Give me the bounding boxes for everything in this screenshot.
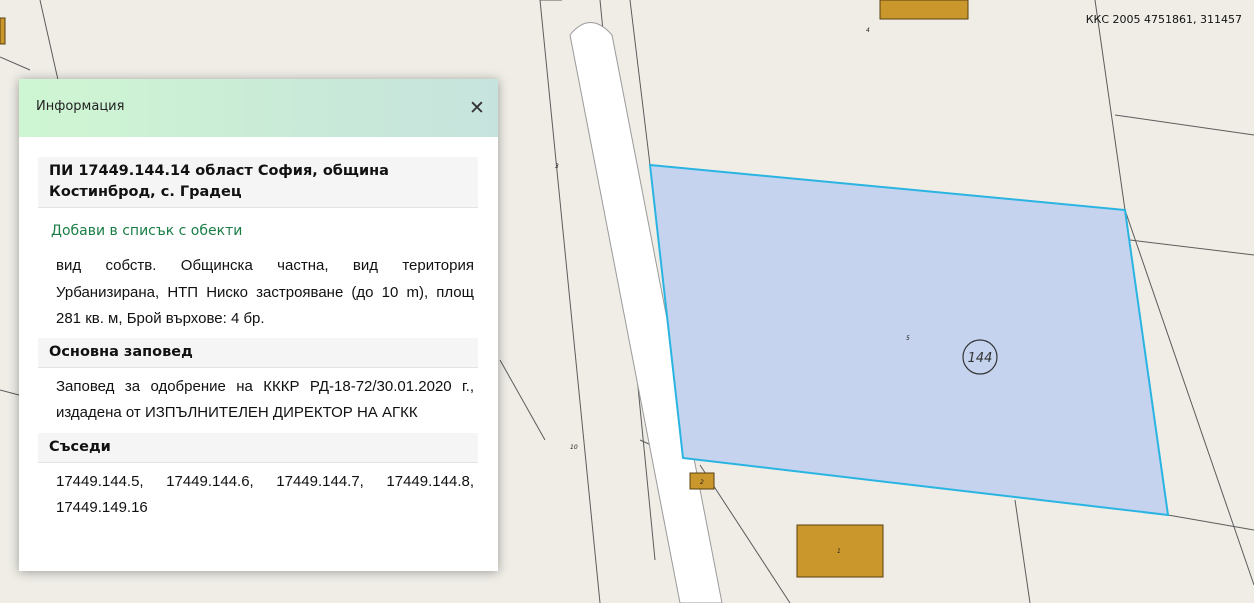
parcel-title: ПИ 17449.144.14 област София, община Кос…	[38, 157, 478, 208]
info-panel: Информация ✕ ПИ 17449.144.14 област Софи…	[19, 79, 498, 571]
neighbors-text: 17449.144.5, 17449.144.6, 17449.144.7, 1…	[56, 472, 474, 517]
close-icon[interactable]: ✕	[466, 97, 488, 119]
building	[879, 0, 969, 20]
order-heading: Основна заповед	[38, 337, 478, 368]
panel-title: Информация	[36, 99, 125, 114]
plot-label: 1	[837, 548, 841, 555]
plot-label: 2	[700, 479, 704, 486]
plot-label: 10	[570, 444, 578, 451]
plot-label: 5	[906, 335, 910, 342]
building	[0, 17, 6, 45]
add-to-list-link[interactable]: Добави в списък с обекти	[38, 208, 478, 249]
plot-label: 4	[866, 27, 870, 34]
panel-content: ПИ 17449.144.14 област София, община Кос…	[19, 137, 498, 528]
order-text: Заповед за одобрение на КККР РД-18-72/30…	[56, 377, 474, 422]
parcel-number-label: 144	[968, 351, 993, 366]
panel-header: Информация ✕	[19, 79, 498, 137]
coordinates-readout: ККС 2005 4751861, 311457	[1085, 13, 1242, 26]
parcel-details: вид собств. Общинска частна, вид територ…	[56, 257, 474, 327]
neighbors-heading: Съседи	[38, 432, 478, 463]
plot-label: 3	[555, 163, 559, 170]
